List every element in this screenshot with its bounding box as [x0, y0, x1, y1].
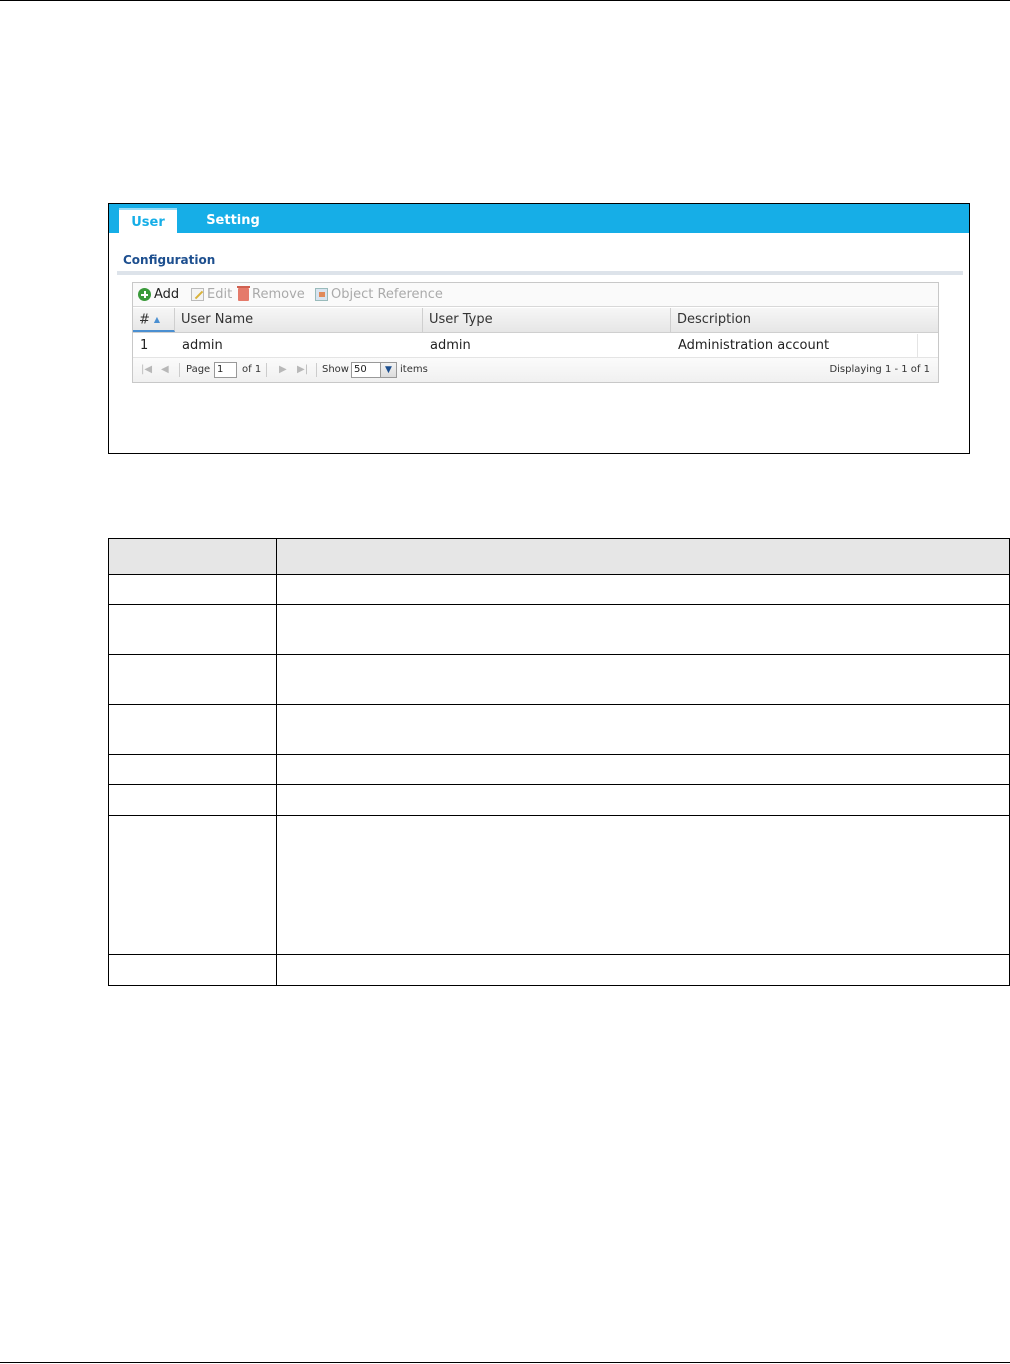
reference-row	[108, 815, 1010, 955]
column-header-user-name[interactable]: User Name	[175, 308, 423, 332]
reference-row	[108, 604, 1010, 655]
object-reference-button[interactable]: Object Reference	[315, 287, 443, 302]
tab-user[interactable]: User	[119, 208, 177, 233]
grid-toolbar: Add Edit Remove Object Reference	[133, 283, 938, 307]
page-count-label: of 1	[242, 364, 262, 375]
cell-number: 1	[140, 338, 149, 353]
user-grid: Add Edit Remove Object Reference # ▲ User…	[132, 282, 939, 383]
remove-label: Remove	[252, 287, 305, 302]
remove-button[interactable]: Remove	[237, 286, 305, 302]
tab-setting[interactable]: Setting	[197, 208, 269, 233]
pagination-bar: |◀ ◀ Page 1 of 1 ▶ ▶| Show 50 ▼ items Di…	[133, 358, 938, 382]
object-reference-label: Object Reference	[331, 287, 443, 302]
screenshot-frame: User Setting Configuration Add Edit Remo…	[108, 203, 970, 454]
pager-separator	[179, 363, 180, 377]
displaying-status: Displaying 1 - 1 of 1	[829, 364, 930, 375]
cell-description: Administration account	[678, 338, 830, 353]
column-header-user-type[interactable]: User Type	[423, 308, 671, 332]
reference-row	[108, 574, 1010, 605]
cell-user-name: admin	[182, 338, 223, 353]
table-row[interactable]: 1 admin admin Administration account	[133, 334, 938, 358]
reference-table-header	[108, 538, 1010, 575]
tab-strip	[109, 233, 969, 236]
edit-button[interactable]: Edit	[191, 287, 232, 302]
pager-separator	[316, 363, 317, 377]
page-number-input[interactable]: 1	[214, 362, 237, 378]
reference-header-label-cell	[108, 538, 277, 575]
edit-label: Edit	[207, 287, 233, 302]
section-title: Configuration	[123, 253, 216, 267]
column-header-description[interactable]: Description	[671, 308, 938, 332]
page-size-select[interactable]: 50	[351, 362, 381, 378]
sort-ascending-icon: ▲	[153, 315, 161, 324]
reference-row	[108, 704, 1010, 755]
field-reference-table	[108, 538, 1010, 986]
tab-bar: User Setting	[109, 204, 969, 233]
add-label: Add	[154, 287, 180, 302]
add-icon	[138, 288, 151, 301]
items-label: items	[400, 364, 428, 375]
reference-row	[108, 754, 1010, 785]
cell-user-type: admin	[430, 338, 471, 353]
add-button[interactable]: Add	[138, 287, 179, 302]
pager-separator	[266, 363, 267, 377]
reference-header-description-cell	[276, 538, 1010, 575]
object-reference-icon	[315, 288, 328, 301]
reference-row	[108, 954, 1010, 986]
chevron-down-icon[interactable]: ▼	[381, 362, 397, 378]
column-header-number[interactable]: # ▲	[133, 308, 175, 332]
page-bottom-rule	[0, 1362, 1010, 1363]
page-label: Page	[186, 364, 211, 375]
table-header: # ▲ User Name User Type Description	[133, 308, 938, 333]
first-page-icon[interactable]: |◀	[141, 358, 152, 382]
row-divider	[917, 334, 918, 358]
section-divider	[117, 271, 963, 275]
last-page-icon[interactable]: ▶|	[297, 358, 308, 382]
reference-row	[108, 654, 1010, 705]
page-top-rule	[0, 0, 1010, 1]
edit-icon	[191, 288, 204, 301]
trash-icon	[237, 286, 250, 301]
prev-page-icon[interactable]: ◀	[161, 358, 169, 382]
reference-row	[108, 784, 1010, 816]
show-label: Show	[322, 364, 349, 375]
next-page-icon[interactable]: ▶	[279, 358, 287, 382]
